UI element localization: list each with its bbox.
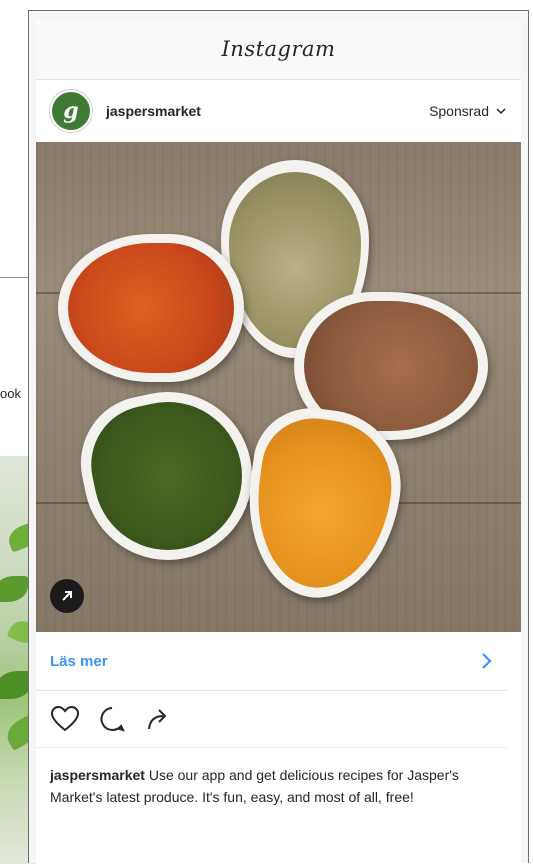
app-header: Instagram [36, 19, 521, 80]
post-image[interactable] [36, 142, 521, 632]
share-icon[interactable] [144, 705, 172, 733]
background-partial-text: ook [0, 386, 21, 401]
post-actions [36, 691, 507, 748]
post-caption: jaspersmarket Use our app and get delici… [36, 748, 504, 808]
post-header: g jaspersmarket Sponsrad [36, 80, 521, 142]
instagram-screen: Instagram g jaspersmarket Sponsrad Läs m… [36, 19, 521, 864]
instagram-logo: Instagram [221, 37, 336, 61]
heart-icon[interactable] [50, 705, 80, 733]
avatar-letter: g [63, 98, 79, 124]
spice-bowl-paprika [58, 234, 244, 382]
external-link-arrow-icon[interactable] [50, 579, 84, 613]
chevron-right-icon [482, 653, 492, 669]
learn-more-button[interactable]: Läs mer [36, 632, 507, 691]
chevron-down-icon [496, 108, 506, 115]
spice-bowl-herbs [68, 376, 268, 576]
learn-more-label: Läs mer [50, 652, 108, 670]
phone-preview-frame: Instagram g jaspersmarket Sponsrad Läs m… [28, 10, 529, 864]
caption-username[interactable]: jaspersmarket [50, 767, 145, 783]
sponsored-menu[interactable]: Sponsrad [429, 103, 507, 119]
avatar[interactable]: g [50, 90, 92, 132]
post-username[interactable]: jaspersmarket [106, 103, 201, 119]
comment-icon[interactable] [98, 705, 126, 733]
arrow-up-right-icon [62, 591, 72, 601]
sponsored-label: Sponsrad [429, 103, 489, 119]
